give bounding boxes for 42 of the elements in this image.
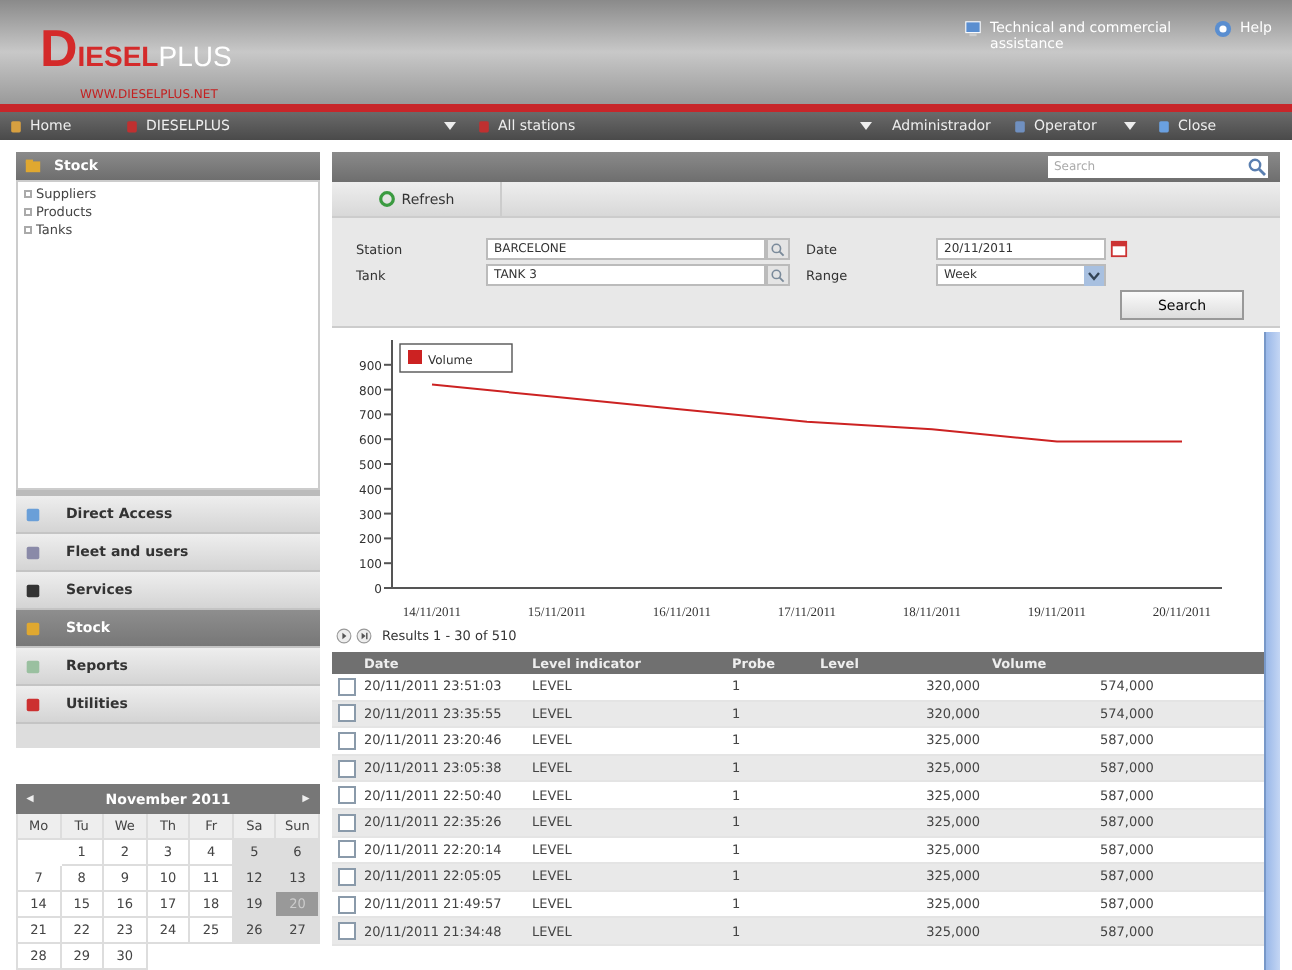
- monitor-icon: [964, 20, 983, 38]
- calendar-icon[interactable]: [1110, 240, 1128, 258]
- menu-icon: [24, 619, 42, 637]
- caret-icon[interactable]: [1124, 122, 1136, 130]
- next-page-icon[interactable]: [336, 628, 352, 644]
- row-checkbox[interactable]: [338, 867, 356, 886]
- row-checkbox[interactable]: [338, 677, 356, 696]
- row-checkbox[interactable]: [338, 786, 356, 805]
- search-icon[interactable]: [1246, 156, 1268, 178]
- row-checkbox[interactable]: [338, 840, 356, 859]
- menu-icon: [24, 581, 42, 599]
- logo-text: DIESELPLUS: [40, 24, 232, 82]
- row-checkbox[interactable]: [338, 922, 356, 941]
- legend-box: [399, 343, 513, 373]
- row-checkbox[interactable]: [338, 759, 356, 778]
- refresh-icon: [377, 190, 396, 208]
- help-icon: [1214, 20, 1233, 38]
- nav-icon: [1156, 118, 1172, 134]
- caret-icon[interactable]: [860, 122, 872, 130]
- tree-bullet-icon: [24, 226, 32, 235]
- tree-bullet-icon: [24, 190, 32, 199]
- last-page-icon[interactable]: [356, 628, 372, 644]
- nav-icon: [476, 118, 492, 134]
- menu-icon: [24, 543, 42, 561]
- row-checkbox[interactable]: [338, 895, 356, 914]
- menu-icon: [24, 657, 42, 675]
- menu-icon: [24, 505, 42, 523]
- folder-icon: [24, 156, 42, 175]
- scrollbar[interactable]: [1264, 332, 1280, 970]
- lookup-button[interactable]: [766, 264, 790, 286]
- row-checkbox[interactable]: [338, 813, 356, 832]
- nav-icon: [124, 118, 140, 134]
- row-checkbox[interactable]: [338, 731, 356, 750]
- dropdown-arrow-icon[interactable]: [1084, 265, 1104, 285]
- nav-icon: [8, 118, 24, 134]
- row-checkbox[interactable]: [338, 704, 356, 723]
- menu-icon: [24, 695, 42, 713]
- nav-icon: [1012, 118, 1028, 134]
- lookup-button[interactable]: [766, 238, 790, 260]
- caret-icon[interactable]: [444, 122, 456, 130]
- tree-bullet-icon: [24, 208, 32, 217]
- header-corner: [332, 652, 364, 674]
